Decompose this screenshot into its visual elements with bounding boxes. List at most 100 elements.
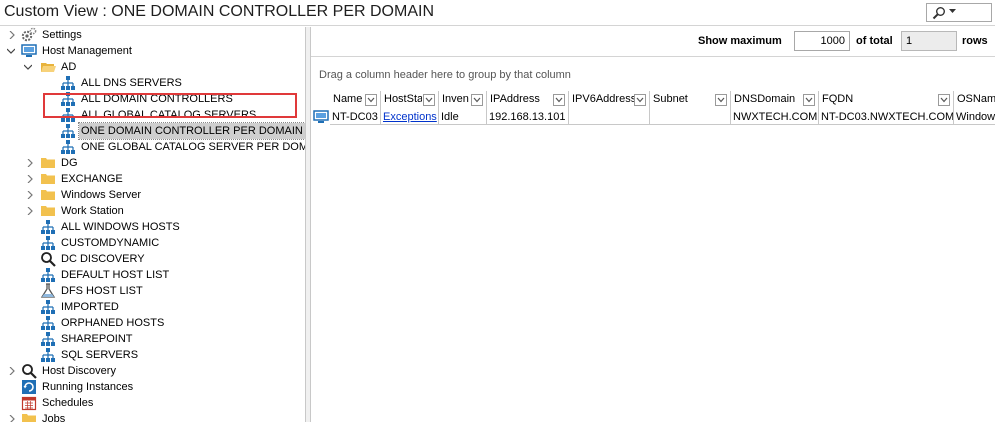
host-status-link[interactable]: Exceptions: [381, 109, 439, 125]
chevron-down-icon: [425, 97, 433, 103]
tree-item-label: Settings: [42, 29, 82, 41]
column-filter-button[interactable]: [423, 94, 435, 106]
tree-item-label-selected: ONE DOMAIN CONTROLLER PER DOMAIN: [78, 122, 305, 140]
column-header-dnsdomain[interactable]: DNSDomain: [731, 91, 819, 109]
cell-dnsdomain[interactable]: NWXTECH.COM: [731, 109, 819, 125]
tree-item-label: ALL GLOBAL CATALOG SERVERS: [81, 109, 257, 121]
tree-item-label: Jobs: [42, 413, 66, 422]
tree-item-jobs[interactable]: Jobs: [0, 411, 300, 422]
tree-item-orphaned-hosts[interactable]: ORPHANED HOSTS: [0, 315, 300, 331]
tree-item-one-domain-controller-per-domain[interactable]: ONE DOMAIN CONTROLLER PER DOMAIN: [0, 122, 305, 140]
column-header-hoststatus[interactable]: HostSta: [381, 91, 439, 109]
chevron-down-icon: [717, 97, 725, 103]
column-filter-button[interactable]: [803, 94, 815, 106]
cell-fqdn[interactable]: NT-DC03.NWXTECH.COM: [819, 109, 954, 125]
folder-icon: [22, 414, 36, 422]
hierarchy-icon: [61, 108, 75, 122]
tree-item-all-windows-hosts[interactable]: ALL WINDOWS HOSTS: [0, 219, 300, 235]
hierarchy-icon: [41, 268, 55, 282]
column-header-osname[interactable]: OSNam: [954, 91, 995, 109]
cell-name[interactable]: NT-DC03: [330, 109, 381, 125]
tree-item-all-dns-servers[interactable]: ALL DNS SERVERS: [0, 75, 300, 91]
column-header-fqdn[interactable]: FQDN: [819, 91, 954, 109]
chevron-down-icon: [805, 97, 813, 103]
tree-item-all-domain-controllers[interactable]: ALL DOMAIN CONTROLLERS: [0, 91, 300, 107]
tree-item-one-global-catalog-server-per-domain[interactable]: ONE GLOBAL CATALOG SERVER PER DOMAIN: [0, 139, 305, 155]
chevron-right-icon[interactable]: [8, 367, 16, 375]
tree-item-running-instances[interactable]: Running Instances: [0, 379, 300, 395]
column-filter-button[interactable]: [715, 94, 727, 106]
show-maximum-input[interactable]: 1000: [794, 31, 850, 51]
cell-inventory[interactable]: Idle: [439, 109, 487, 125]
search-button[interactable]: [926, 3, 992, 22]
tree-item-host-discovery[interactable]: Host Discovery: [0, 363, 300, 379]
column-header-subnet[interactable]: Subnet: [650, 91, 731, 109]
column-header-label: Inven: [442, 93, 469, 105]
page-title: Custom View : ONE DOMAIN CONTROLLER PER …: [4, 3, 434, 20]
tree-item-settings[interactable]: Settings: [0, 27, 300, 43]
column-header-inventory[interactable]: Inven: [439, 91, 487, 109]
tree-item-label: DC DISCOVERY: [61, 253, 145, 265]
chevron-down-icon: [949, 9, 956, 13]
tree-item-imported[interactable]: IMPORTED: [0, 299, 300, 315]
chevron-right-icon[interactable]: [26, 159, 34, 167]
flask-icon: [40, 283, 56, 298]
tree-item-sharepoint[interactable]: SHAREPOINT: [0, 331, 300, 347]
total-rows-field: 1: [901, 31, 957, 51]
chevron-right-icon[interactable]: [26, 175, 34, 183]
title-bar: Custom View : ONE DOMAIN CONTROLLER PER …: [0, 0, 995, 26]
tree-item-windows-server[interactable]: Windows Server: [0, 187, 300, 203]
tree-item-work-station[interactable]: Work Station: [0, 203, 300, 219]
column-header-name[interactable]: Name: [330, 91, 381, 109]
column-filter-button[interactable]: [938, 94, 950, 106]
results-toolbar: Show maximum 1000 of total 1 rows: [311, 27, 995, 57]
column-filter-button[interactable]: [471, 94, 483, 106]
calendar-icon: [21, 396, 37, 411]
tree-item-schedules[interactable]: Schedules: [0, 395, 300, 411]
chevron-right-icon[interactable]: [8, 415, 16, 422]
tree-item-ad[interactable]: AD: [0, 59, 300, 75]
running-icon: [22, 380, 36, 394]
cell-osname[interactable]: Window: [954, 109, 995, 125]
column-filter-button[interactable]: [553, 94, 565, 106]
hierarchy-icon: [41, 316, 55, 330]
column-header-ipaddress[interactable]: IPAddress: [487, 91, 569, 109]
monitor-icon: [21, 44, 37, 57]
tree-item-label: DG: [61, 157, 78, 169]
hierarchy-icon: [41, 332, 55, 346]
chevron-down-icon: [636, 97, 644, 103]
column-header-ipv6address[interactable]: IPV6Address: [569, 91, 650, 109]
tree-item-sql-servers[interactable]: SQL SERVERS: [0, 347, 300, 363]
cell-subnet[interactable]: [650, 109, 731, 125]
tree-item-label: ALL DNS SERVERS: [81, 77, 182, 89]
column-header-label: IPV6Address: [572, 93, 634, 105]
column-filter-button[interactable]: [634, 94, 646, 106]
tree-item-dg[interactable]: DG: [0, 155, 300, 171]
column-filter-button[interactable]: [365, 94, 377, 106]
column-header-label: HostSta: [384, 93, 422, 105]
tree-item-default-host-list[interactable]: DEFAULT HOST LIST: [0, 267, 300, 283]
tree-item-label: Windows Server: [61, 189, 142, 201]
tree-item-all-global-catalog-servers[interactable]: ALL GLOBAL CATALOG SERVERS: [0, 107, 300, 123]
cell-ipv6address[interactable]: [569, 109, 650, 125]
chevron-right-icon[interactable]: [26, 207, 34, 215]
tree-item-dc-discovery[interactable]: DC DISCOVERY: [0, 251, 300, 267]
chevron-down-icon[interactable]: [24, 63, 32, 71]
results-pane: Show maximum 1000 of total 1 rows Drag a…: [311, 27, 995, 422]
chevron-right-icon[interactable]: [8, 31, 16, 39]
hierarchy-icon: [41, 236, 55, 250]
tree-item-label: SHAREPOINT: [61, 333, 133, 345]
tree-item-host-management[interactable]: Host Management: [0, 43, 300, 59]
column-header-label: Subnet: [653, 93, 688, 105]
tree-item-customdynamic[interactable]: CUSTOMDYNAMIC: [0, 235, 300, 251]
of-total-label: of total: [856, 35, 893, 47]
chevron-down-icon[interactable]: [7, 47, 15, 55]
column-header-label: FQDN: [822, 93, 854, 105]
tree-item-exchange[interactable]: EXCHANGE: [0, 171, 300, 187]
hierarchy-icon: [61, 140, 75, 154]
cell-ipaddress[interactable]: 192.168.13.101: [487, 109, 569, 125]
folder-icon: [41, 190, 55, 200]
gear-icon: [21, 27, 37, 42]
tree-item-dfs-host-list[interactable]: DFS HOST LIST: [0, 283, 300, 299]
chevron-right-icon[interactable]: [26, 191, 34, 199]
